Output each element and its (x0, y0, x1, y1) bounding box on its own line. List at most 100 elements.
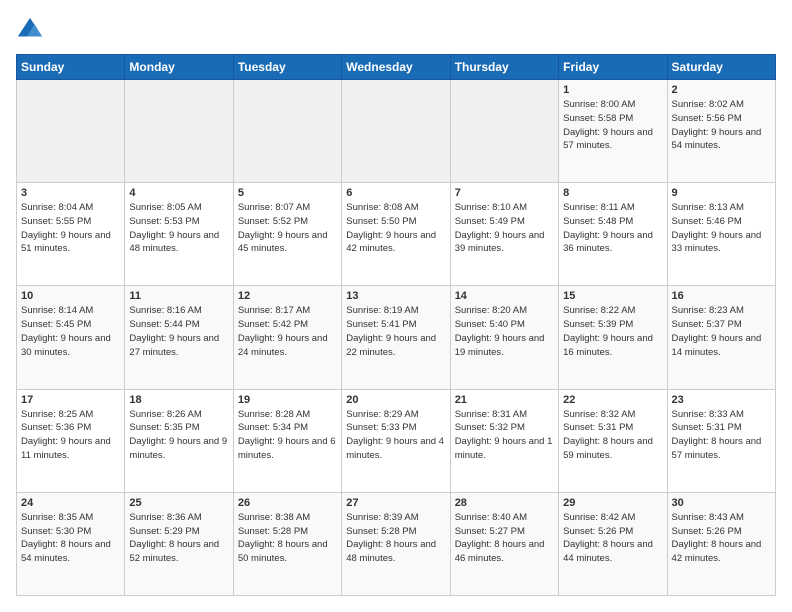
day-info: Sunrise: 8:00 AM Sunset: 5:58 PM Dayligh… (563, 98, 662, 153)
calendar-cell: 4Sunrise: 8:05 AM Sunset: 5:53 PM Daylig… (125, 183, 233, 286)
day-number: 19 (238, 394, 337, 406)
day-number: 21 (455, 394, 554, 406)
day-number: 17 (21, 394, 120, 406)
day-info: Sunrise: 8:43 AM Sunset: 5:26 PM Dayligh… (672, 511, 771, 566)
calendar-cell: 5 Sunrise: 8:07 AM Sunset: 5:52 PM Daylig… (233, 183, 341, 286)
calendar-cell: 1 Sunrise: 8:00 AM Sunset: 5:58 PM Daylig… (559, 80, 667, 183)
weekday-header: Tuesday (233, 55, 341, 80)
day-number: 13 (346, 290, 445, 302)
day-info: Sunrise: 8:29 AM Sunset: 5:33 PM Dayligh… (346, 408, 445, 463)
day-number: 8 (563, 187, 662, 199)
day-info: Sunrise: 8:32 AM Sunset: 5:31 PM Dayligh… (563, 408, 662, 463)
calendar-cell: 30 Sunrise: 8:43 AM Sunset: 5:26 PM Dayli… (667, 492, 775, 595)
day-info: Sunrise: 8:07 AM Sunset: 5:52 PM Dayligh… (238, 201, 337, 256)
day-info: Sunrise: 8:42 AM Sunset: 5:26 PM Dayligh… (563, 511, 662, 566)
day-info: Sunrise: 8:36 AM Sunset: 5:29 PM Dayligh… (129, 511, 228, 566)
day-info: Sunrise: 8:17 AM Sunset: 5:42 PM Dayligh… (238, 304, 337, 359)
weekday-header: Wednesday (342, 55, 450, 80)
calendar-header-row: SundayMondayTuesdayWednesdayThursdayFrid… (17, 55, 776, 80)
day-number: 14 (455, 290, 554, 302)
calendar-week-row: 1 Sunrise: 8:00 AM Sunset: 5:58 PM Daylig… (17, 80, 776, 183)
day-info: Sunrise: 8:31 AM Sunset: 5:32 PM Dayligh… (455, 408, 554, 463)
day-info: Sunrise: 8:40 AM Sunset: 5:27 PM Dayligh… (455, 511, 554, 566)
day-info: Sunrise: 8:08 AM Sunset: 5:50 PM Dayligh… (346, 201, 445, 256)
calendar-cell: 17 Sunrise: 8:25 AM Sunset: 5:36 PM Dayli… (17, 389, 125, 492)
day-info: Sunrise: 8:35 AM Sunset: 5:30 PM Dayligh… (21, 511, 120, 566)
calendar-cell: 3 Sunrise: 8:04 AM Sunset: 5:55 PM Daylig… (17, 183, 125, 286)
calendar-cell: 25Sunrise: 8:36 AM Sunset: 5:29 PM Dayli… (125, 492, 233, 595)
calendar-week-row: 10 Sunrise: 8:14 AM Sunset: 5:45 PM Dayli… (17, 286, 776, 389)
day-info: Sunrise: 8:02 AM Sunset: 5:56 PM Dayligh… (672, 98, 771, 153)
day-number: 5 (238, 187, 337, 199)
calendar-cell: 29 Sunrise: 8:42 AM Sunset: 5:26 PM Dayli… (559, 492, 667, 595)
calendar-cell: 7Sunrise: 8:10 AM Sunset: 5:49 PM Daylig… (450, 183, 558, 286)
calendar-cell: 27 Sunrise: 8:39 AM Sunset: 5:28 PM Dayli… (342, 492, 450, 595)
day-number: 11 (129, 290, 228, 302)
day-number: 26 (238, 497, 337, 509)
day-number: 16 (672, 290, 771, 302)
weekday-header: Thursday (450, 55, 558, 80)
day-number: 30 (672, 497, 771, 509)
weekday-header: Monday (125, 55, 233, 80)
day-number: 2 (672, 84, 771, 96)
calendar-week-row: 3 Sunrise: 8:04 AM Sunset: 5:55 PM Daylig… (17, 183, 776, 286)
calendar-week-row: 17 Sunrise: 8:25 AM Sunset: 5:36 PM Dayli… (17, 389, 776, 492)
day-number: 1 (563, 84, 662, 96)
day-info: Sunrise: 8:20 AM Sunset: 5:40 PM Dayligh… (455, 304, 554, 359)
day-info: Sunrise: 8:19 AM Sunset: 5:41 PM Dayligh… (346, 304, 445, 359)
day-number: 22 (563, 394, 662, 406)
day-number: 9 (672, 187, 771, 199)
day-number: 28 (455, 497, 554, 509)
calendar-cell: 8 Sunrise: 8:11 AM Sunset: 5:48 PM Daylig… (559, 183, 667, 286)
calendar-cell: 28 Sunrise: 8:40 AM Sunset: 5:27 PM Dayli… (450, 492, 558, 595)
day-number: 3 (21, 187, 120, 199)
calendar-cell (233, 80, 341, 183)
day-info: Sunrise: 8:28 AM Sunset: 5:34 PM Dayligh… (238, 408, 337, 463)
day-info: Sunrise: 8:04 AM Sunset: 5:55 PM Dayligh… (21, 201, 120, 256)
calendar-cell: 26Sunrise: 8:38 AM Sunset: 5:28 PM Dayli… (233, 492, 341, 595)
calendar-cell: 9Sunrise: 8:13 AM Sunset: 5:46 PM Daylig… (667, 183, 775, 286)
day-number: 23 (672, 394, 771, 406)
day-number: 29 (563, 497, 662, 509)
calendar-cell: 20 Sunrise: 8:29 AM Sunset: 5:33 PM Dayli… (342, 389, 450, 492)
logo-icon (16, 16, 44, 44)
calendar-cell: 16Sunrise: 8:23 AM Sunset: 5:37 PM Dayli… (667, 286, 775, 389)
day-number: 15 (563, 290, 662, 302)
calendar-cell: 6 Sunrise: 8:08 AM Sunset: 5:50 PM Daylig… (342, 183, 450, 286)
calendar-cell (450, 80, 558, 183)
weekday-header: Friday (559, 55, 667, 80)
day-number: 6 (346, 187, 445, 199)
day-number: 7 (455, 187, 554, 199)
day-info: Sunrise: 8:05 AM Sunset: 5:53 PM Dayligh… (129, 201, 228, 256)
calendar-cell (125, 80, 233, 183)
calendar-cell: 2 Sunrise: 8:02 AM Sunset: 5:56 PM Daylig… (667, 80, 775, 183)
day-info: Sunrise: 8:26 AM Sunset: 5:35 PM Dayligh… (129, 408, 228, 463)
day-number: 20 (346, 394, 445, 406)
page: SundayMondayTuesdayWednesdayThursdayFrid… (0, 0, 792, 612)
day-number: 18 (129, 394, 228, 406)
calendar-week-row: 24 Sunrise: 8:35 AM Sunset: 5:30 PM Dayli… (17, 492, 776, 595)
day-number: 10 (21, 290, 120, 302)
calendar-cell: 12 Sunrise: 8:17 AM Sunset: 5:42 PM Dayli… (233, 286, 341, 389)
calendar-cell: 24 Sunrise: 8:35 AM Sunset: 5:30 PM Dayli… (17, 492, 125, 595)
day-info: Sunrise: 8:22 AM Sunset: 5:39 PM Dayligh… (563, 304, 662, 359)
day-number: 27 (346, 497, 445, 509)
calendar-cell (17, 80, 125, 183)
calendar-cell: 13 Sunrise: 8:19 AM Sunset: 5:41 PM Dayli… (342, 286, 450, 389)
calendar-cell: 19 Sunrise: 8:28 AM Sunset: 5:34 PM Dayli… (233, 389, 341, 492)
day-info: Sunrise: 8:16 AM Sunset: 5:44 PM Dayligh… (129, 304, 228, 359)
day-info: Sunrise: 8:25 AM Sunset: 5:36 PM Dayligh… (21, 408, 120, 463)
calendar-cell (342, 80, 450, 183)
day-number: 24 (21, 497, 120, 509)
calendar-cell: 10 Sunrise: 8:14 AM Sunset: 5:45 PM Dayli… (17, 286, 125, 389)
day-info: Sunrise: 8:11 AM Sunset: 5:48 PM Dayligh… (563, 201, 662, 256)
calendar-cell: 15 Sunrise: 8:22 AM Sunset: 5:39 PM Dayli… (559, 286, 667, 389)
calendar-cell: 23Sunrise: 8:33 AM Sunset: 5:31 PM Dayli… (667, 389, 775, 492)
day-info: Sunrise: 8:39 AM Sunset: 5:28 PM Dayligh… (346, 511, 445, 566)
calendar-cell: 18 Sunrise: 8:26 AM Sunset: 5:35 PM Dayli… (125, 389, 233, 492)
day-number: 12 (238, 290, 337, 302)
header (16, 16, 776, 44)
day-info: Sunrise: 8:14 AM Sunset: 5:45 PM Dayligh… (21, 304, 120, 359)
weekday-header: Sunday (17, 55, 125, 80)
calendar-table: SundayMondayTuesdayWednesdayThursdayFrid… (16, 54, 776, 596)
